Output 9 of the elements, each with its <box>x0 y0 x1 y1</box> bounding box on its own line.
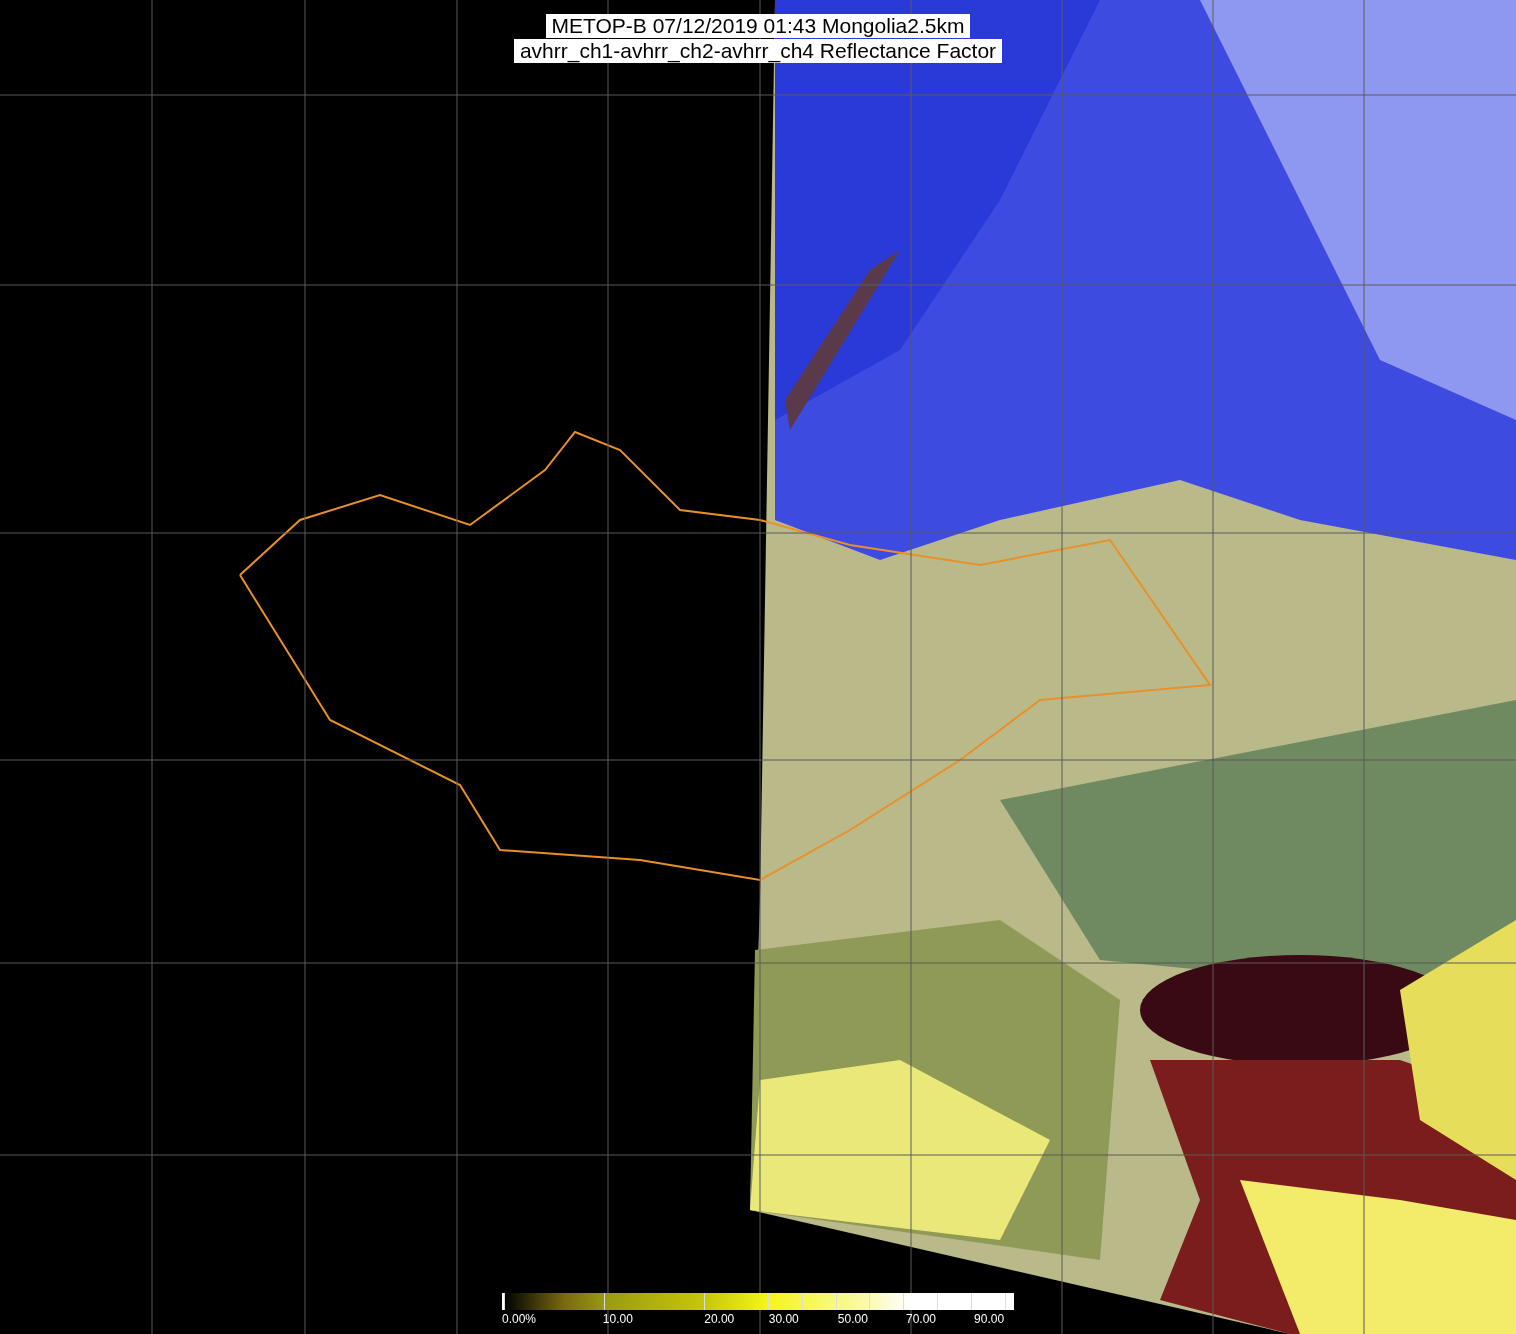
map-title: METOP-B 07/12/2019 01:43 Mongolia2.5km <box>545 14 971 38</box>
scale-label: 50.00 <box>837 1312 868 1326</box>
scale-label: 0.00% <box>502 1312 537 1326</box>
scale-label: 70.00 <box>905 1312 936 1326</box>
scale-label: 30.00 <box>768 1312 799 1326</box>
scale-label: 10.00 <box>602 1312 633 1326</box>
scale-label: 90.00 <box>974 1312 1005 1326</box>
map-title: avhrr_ch1-avhrr_ch2-avhrr_ch4 Reflectance Factor <box>513 39 1003 63</box>
scale-label: 20.00 <box>704 1312 735 1326</box>
